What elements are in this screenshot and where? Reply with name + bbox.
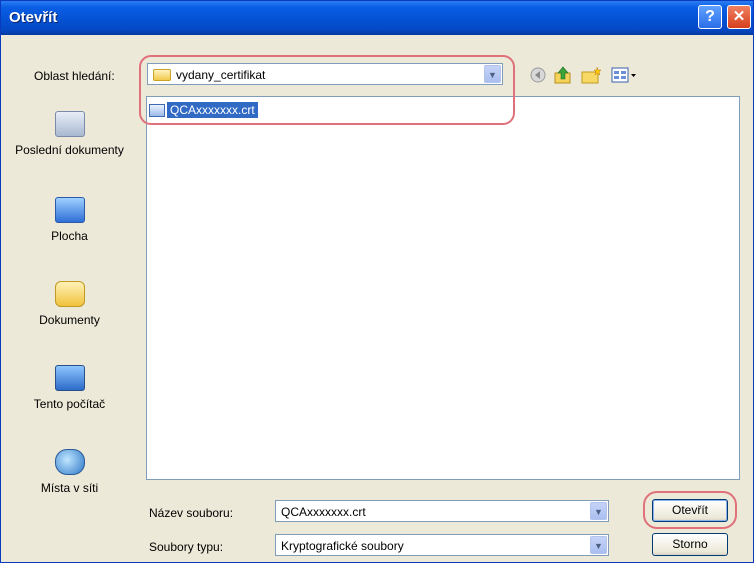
look-in-value: vydany_certifikat (176, 68, 266, 82)
place-label: Dokumenty (39, 313, 100, 327)
file-list[interactable]: QCAxxxxxxx.crt (146, 96, 740, 480)
place-label: Místa v síti (40, 481, 99, 495)
folder-icon (153, 69, 171, 81)
close-button[interactable]: ✕ (727, 5, 751, 29)
help-button[interactable]: ? (698, 5, 722, 29)
filetype-value: Kryptografické soubory (281, 539, 404, 553)
new-folder-icon[interactable] (581, 66, 603, 84)
computer-icon (54, 365, 85, 391)
place-network[interactable]: Místa v síti (11, 449, 128, 496)
look-in-label: Oblast hledání: (34, 69, 115, 83)
desktop-icon (54, 197, 85, 223)
documents-folder-icon (54, 281, 85, 307)
look-in-combo[interactable]: vydany_certifikat ▼ (147, 63, 503, 85)
filetype-label: Soubory typu: (149, 540, 224, 554)
window-title: Otevřít (9, 9, 58, 26)
place-desktop[interactable]: Plocha (11, 197, 128, 244)
filename-value: QCAxxxxxxx.crt (281, 505, 366, 519)
place-label: Tento počítač (33, 397, 106, 411)
place-label: Poslední dokumenty (15, 143, 124, 157)
chevron-down-icon[interactable]: ▼ (590, 502, 607, 520)
back-icon[interactable] (529, 66, 549, 84)
place-label: Plocha (51, 229, 88, 243)
filetype-select[interactable]: Kryptografické soubory ▼ (275, 534, 609, 556)
cancel-button[interactable]: Storno (652, 533, 728, 556)
list-item[interactable]: QCAxxxxxxx.crt (149, 101, 258, 119)
chevron-down-icon[interactable]: ▼ (590, 536, 607, 554)
filename-label: Název souboru: (149, 506, 234, 520)
places-bar: Poslední dokumenty Plocha Dokumenty Tent… (11, 97, 128, 522)
file-name: QCAxxxxxxx.crt (167, 102, 258, 118)
certificate-file-icon (149, 103, 165, 117)
place-my-computer[interactable]: Tento počítač (11, 365, 128, 412)
place-recent[interactable]: Poslední dokumenty (11, 111, 128, 158)
network-icon (54, 449, 85, 475)
view-menu-icon[interactable] (611, 66, 639, 84)
title-bar[interactable]: Otevřít ? ✕ (1, 1, 753, 35)
open-dialog: Otevřít ? ✕ Oblast hledání: vydany_certi… (0, 0, 754, 563)
chevron-down-icon[interactable]: ▼ (484, 65, 501, 83)
open-button[interactable]: Otevřít (652, 499, 728, 522)
place-documents[interactable]: Dokumenty (11, 281, 128, 328)
recent-documents-icon (54, 111, 85, 137)
up-folder-icon[interactable] (554, 66, 574, 84)
filename-field[interactable]: QCAxxxxxxx.crt ▼ (275, 500, 609, 522)
